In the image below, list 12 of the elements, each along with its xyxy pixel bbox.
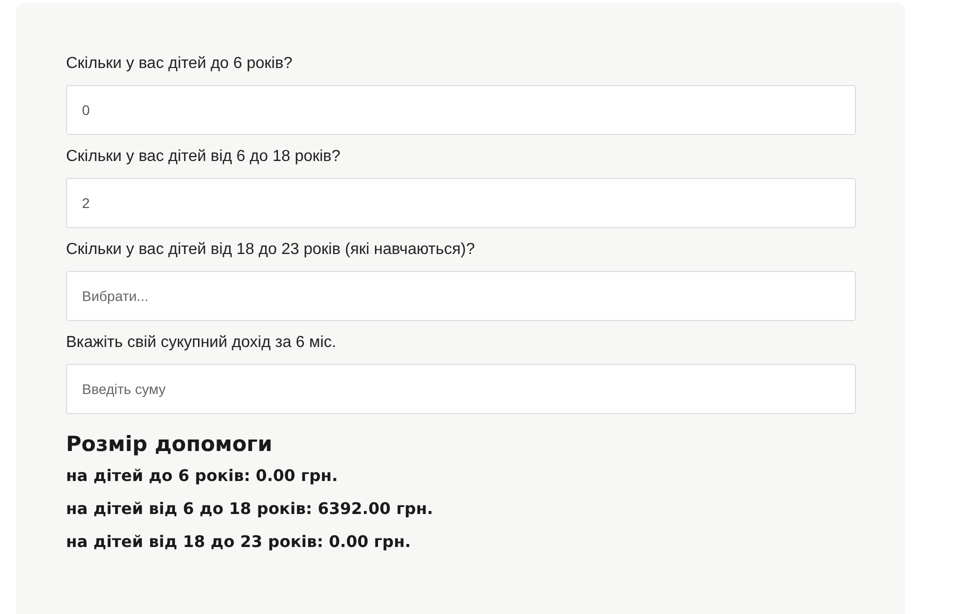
result-heading: Розмір допомоги <box>66 432 274 456</box>
input-field[interactable]: Введіть суму <box>66 364 856 414</box>
question-label: Скільки у вас дітей від 18 до 23 років (які навчаються)? <box>66 240 476 260</box>
result-line: на дітей від 18 до 23 років: 0.00 грн. <box>66 532 412 552</box>
result-line: на дітей від 6 до 18 років: 6392.00 грн. <box>66 499 434 519</box>
input-field[interactable]: 0 <box>66 85 856 135</box>
input-field[interactable]: 2 <box>66 178 856 228</box>
question-label: Вкажіть свій сукупний дохід за 6 міс. <box>66 333 338 353</box>
result-line: на дітей до 6 років: 0.00 грн. <box>66 466 339 486</box>
question-label: Скільки у вас дітей до 6 років? <box>66 54 294 74</box>
question-label: Скільки у вас дітей від 6 до 18 років? <box>66 147 342 167</box>
select-field[interactable]: Вибрати... <box>66 271 856 321</box>
